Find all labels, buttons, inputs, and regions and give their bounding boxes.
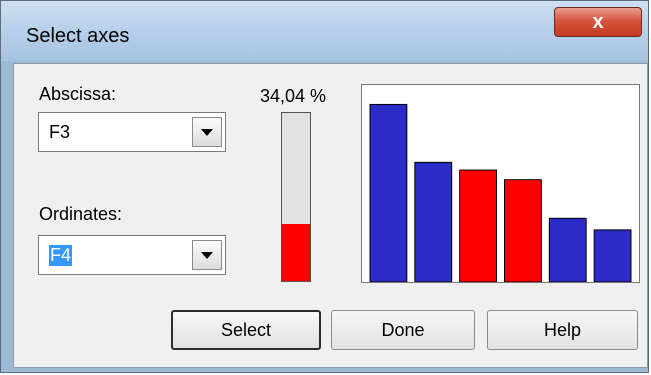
chart-bar-3: [459, 169, 497, 283]
chart-bar-1: [369, 103, 408, 283]
ordinates-value: F4: [49, 245, 73, 266]
chart-bar-2: [414, 161, 453, 283]
help-button[interactable]: Help: [487, 310, 638, 350]
chart-bar-5: [548, 217, 587, 283]
abscissa-select[interactable]: F3: [38, 112, 226, 152]
abscissa-label: Abscissa:: [39, 84, 117, 104]
ordinates-label: Ordinates:: [39, 204, 123, 224]
chevron-down-icon[interactable]: [192, 240, 222, 270]
gauge-fill: [282, 223, 310, 281]
percentage-gauge: [281, 112, 311, 282]
gauge-percent-text: 34,04 %: [260, 86, 327, 106]
ordinates-select[interactable]: F4: [38, 235, 226, 275]
chart-bar-6: [593, 229, 632, 283]
chevron-down-icon[interactable]: [192, 117, 222, 147]
close-button[interactable]: x: [554, 7, 642, 37]
bar-chart: [361, 84, 640, 283]
chart-bar-4: [504, 179, 542, 283]
bar-chart-svg: [369, 103, 632, 283]
select-button[interactable]: Select: [171, 310, 321, 350]
dialog-title: Select axes: [26, 25, 130, 47]
select-axes-dialog: Select axes x Abscissa: F3 Ordinates: F4…: [0, 0, 649, 373]
dialog-body: Abscissa: F3 Ordinates: F4 34,04 % Selec…: [13, 63, 648, 368]
done-button[interactable]: Done: [331, 310, 475, 350]
close-icon: x: [592, 11, 604, 33]
title-bar: Select axes x: [1, 1, 648, 61]
abscissa-value: F3: [49, 122, 71, 142]
